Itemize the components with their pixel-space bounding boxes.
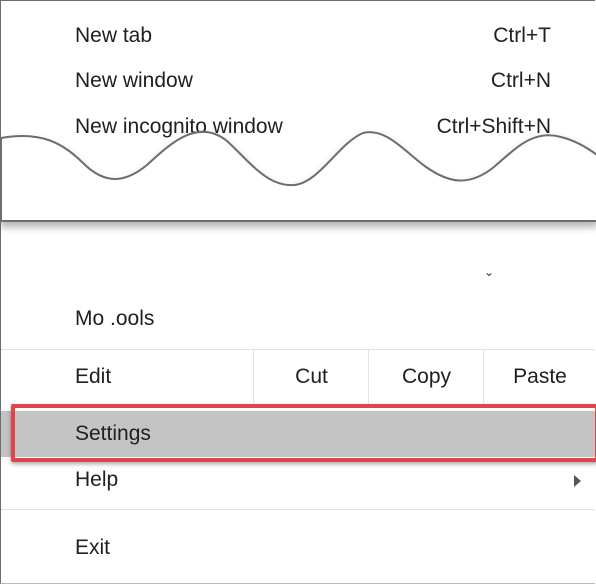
chrome-menu: New tab Ctrl+T New window Ctrl+N New inc… xyxy=(0,0,596,584)
new-tab-shortcut: Ctrl+T xyxy=(493,24,551,47)
menu-divider xyxy=(1,509,595,510)
menu-item-more-tools[interactable]: Mo .ools xyxy=(1,297,595,341)
menu-item-help[interactable]: Help xyxy=(1,458,595,502)
exit-label: Exit xyxy=(75,536,111,559)
torn-edge-divider xyxy=(0,130,596,222)
new-tab-label: New tab xyxy=(75,24,153,47)
menu-item-settings[interactable]: Settings xyxy=(1,411,595,457)
edit-label: Edit xyxy=(75,365,112,388)
menu-fragment-mark: ⌄ xyxy=(484,265,495,279)
copy-button[interactable]: Copy xyxy=(368,350,484,404)
menu-item-new-tab[interactable]: New tab Ctrl+T xyxy=(1,14,595,58)
new-window-label: New window xyxy=(75,69,193,92)
menu-item-exit[interactable]: Exit xyxy=(1,526,595,570)
new-window-shortcut: Ctrl+N xyxy=(490,69,551,92)
settings-label: Settings xyxy=(75,422,151,445)
chevron-right-icon xyxy=(574,475,581,487)
menu-item-new-window[interactable]: New window Ctrl+N xyxy=(1,59,595,103)
cut-button[interactable]: Cut xyxy=(253,350,369,404)
more-tools-label: Mo .ools xyxy=(75,307,155,330)
help-label: Help xyxy=(75,468,119,491)
edit-row: Edit Cut Copy Paste xyxy=(1,350,595,404)
paste-button[interactable]: Paste xyxy=(483,350,596,404)
